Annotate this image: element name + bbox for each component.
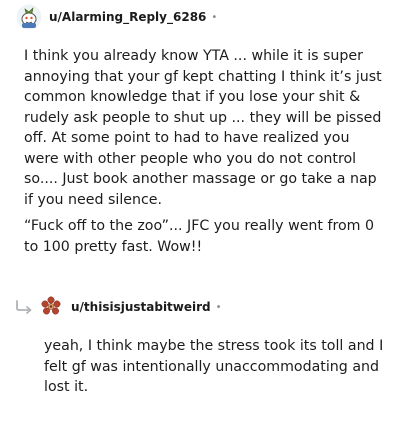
reply-author-link[interactable]: u/thisisjustabitweird [71, 300, 211, 314]
flower-avatar-icon[interactable] [38, 294, 64, 320]
reply-comment-body: yeah, I think maybe the stress took its … [44, 336, 384, 404]
comment-paragraph: yeah, I think maybe the stress took its … [44, 338, 384, 395]
meta-separator: • [211, 11, 218, 23]
parent-author-link[interactable]: u/Alarming_Reply_6286 [49, 10, 206, 24]
comment-paragraph: “Fuck off to the zoo”... JFC you really … [24, 218, 375, 255]
reply-arrow-icon [14, 299, 34, 315]
reply-comment-header: u/thisisjustabitweird • [14, 294, 222, 320]
parent-comment-body: I think you already know YTA ... while i… [24, 46, 386, 263]
parent-comment-header: u/Alarming_Reply_6286 • [16, 4, 217, 30]
snoo-avatar-icon[interactable] [16, 4, 42, 30]
comment-paragraph: I think you already know YTA ... while i… [24, 48, 382, 208]
meta-separator: • [215, 301, 222, 313]
